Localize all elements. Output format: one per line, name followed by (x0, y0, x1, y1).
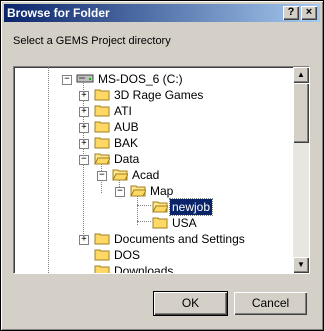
tree-item-documents-and-settings[interactable]: + Documents and Settings (14, 231, 290, 247)
collapse-toggle[interactable]: − (115, 187, 125, 197)
tree-item-label-selected: newjob (168, 198, 214, 216)
folder-icon (152, 217, 168, 229)
expand-toggle[interactable]: + (79, 139, 89, 149)
expand-toggle[interactable]: + (79, 107, 89, 117)
tree-item-newjob[interactable]: newjob (14, 198, 290, 216)
tree-item-label: BAK (114, 136, 139, 150)
folder-icon (94, 121, 110, 133)
scroll-up-button[interactable]: ▲ (293, 67, 309, 83)
window-title: Browse for Folder (7, 6, 110, 20)
scroll-down-button[interactable]: ▼ (293, 257, 309, 273)
tree-item-label: Downloads (114, 264, 174, 273)
tree-item-label: USA (172, 216, 197, 230)
tree-item-label: Map (150, 184, 174, 198)
tree-item-label: 3D Rage Games (114, 88, 204, 102)
tree-item-3d-rage-games[interactable]: + 3D Rage Games (14, 87, 290, 103)
tree-item-bak[interactable]: + BAK (14, 135, 290, 151)
collapse-toggle[interactable]: − (79, 155, 89, 165)
tree-item-label: Documents and Settings (114, 232, 245, 246)
prompt-text: Select a GEMS Project directory (13, 35, 171, 47)
tree-item-map[interactable]: − Map (14, 183, 290, 199)
tree-item-dos[interactable]: DOS (14, 247, 290, 263)
folder-icon (94, 105, 110, 117)
tree-item-label: Data (114, 152, 140, 166)
collapse-toggle[interactable]: − (97, 171, 107, 181)
tree-item-acad[interactable]: − Acad (14, 167, 290, 183)
folder-tree: − MS-DOS_6 (C:) + 3D Rage Games + ATI + … (14, 67, 290, 273)
folder-icon (94, 249, 110, 261)
tree-item-downloads[interactable]: Downloads (14, 263, 290, 273)
tree-item-data[interactable]: − Data (14, 151, 290, 167)
tree-item-label: DOS (114, 248, 141, 262)
tree-item-label: AUB (114, 120, 139, 134)
folder-icon (94, 137, 110, 149)
tree-item-label: MS-DOS_6 (C:) (98, 72, 183, 86)
tree-item-usa[interactable]: USA (14, 215, 290, 231)
browse-folder-dialog: Browse for Folder ? × Select a GEMS Proj… (0, 0, 324, 331)
folder-icon (94, 233, 110, 245)
folder-open-icon (94, 153, 110, 165)
tree-item-label: ATI (114, 104, 132, 118)
expand-toggle[interactable]: + (79, 123, 89, 133)
cancel-button[interactable]: Cancel (234, 292, 307, 315)
expand-toggle[interactable]: + (79, 235, 89, 245)
tree-item-ati[interactable]: + ATI (14, 103, 290, 119)
ok-button[interactable]: OK (153, 291, 228, 316)
tree-item-aub[interactable]: + AUB (14, 119, 290, 135)
folder-icon (94, 89, 110, 101)
tree-item-ms-dos[interactable]: − MS-DOS_6 (C:) (14, 71, 290, 87)
folder-open-icon (112, 169, 128, 181)
folder-open-icon (152, 201, 168, 213)
collapse-toggle[interactable]: − (62, 75, 72, 85)
tree-item-label: Acad (132, 168, 160, 182)
folder-tree-view[interactable]: − MS-DOS_6 (C:) + 3D Rage Games + ATI + … (13, 66, 310, 274)
drive-icon (76, 74, 94, 83)
folder-open-icon (130, 185, 146, 197)
help-button[interactable]: ? (283, 6, 299, 20)
close-button[interactable]: × (301, 6, 317, 20)
scroll-thumb[interactable] (293, 83, 309, 143)
folder-icon (94, 265, 110, 273)
vertical-scrollbar[interactable]: ▲ ▼ (293, 67, 309, 273)
expand-toggle[interactable]: + (79, 91, 89, 101)
title-bar[interactable]: Browse for Folder ? × (4, 4, 320, 22)
